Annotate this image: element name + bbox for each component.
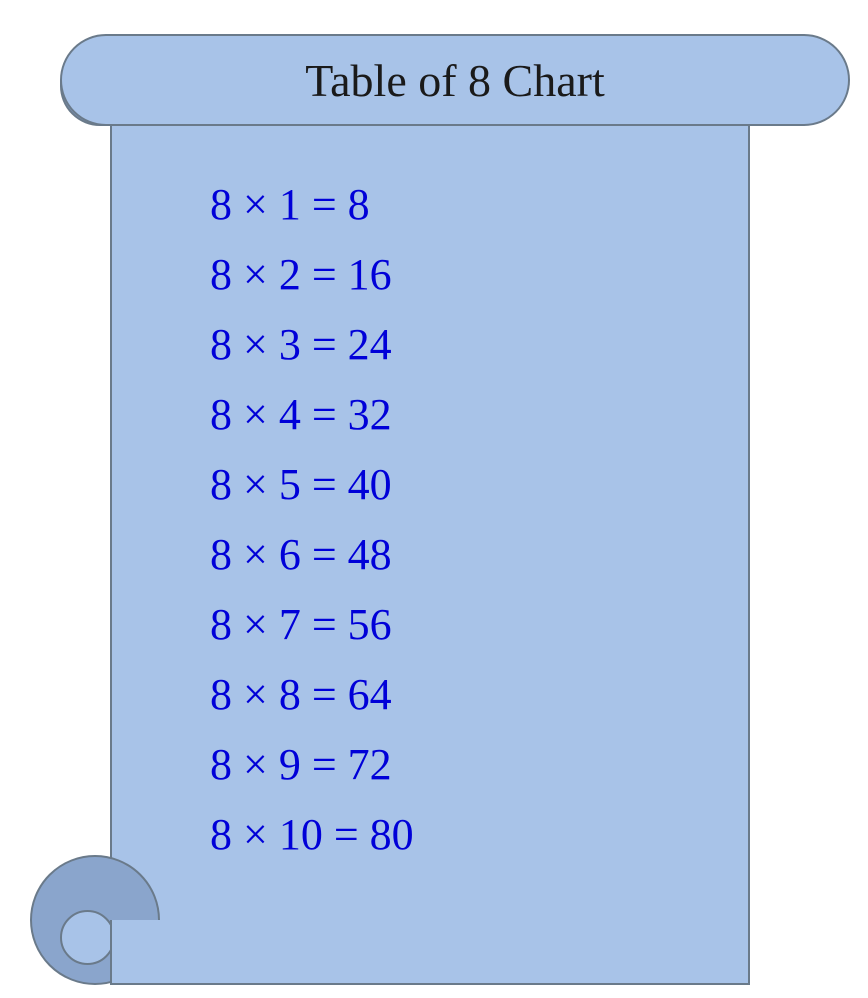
table-row: 8 × 4 = 32 xyxy=(210,380,414,450)
multiplication-table: 8 × 1 = 8 8 × 2 = 16 8 × 3 = 24 8 × 4 = … xyxy=(210,170,414,870)
table-row: 8 × 3 = 24 xyxy=(210,310,414,380)
table-row: 8 × 10 = 80 xyxy=(210,800,414,870)
table-row: 8 × 5 = 40 xyxy=(210,450,414,520)
chart-title: Table of 8 Chart xyxy=(305,54,605,107)
bottom-curl-inner xyxy=(60,910,115,965)
table-row: 8 × 9 = 72 xyxy=(210,730,414,800)
bottom-curl xyxy=(30,890,840,985)
title-banner: Table of 8 Chart xyxy=(60,34,850,126)
bottom-scroll-edge xyxy=(110,920,750,985)
table-row: 8 × 8 = 64 xyxy=(210,660,414,730)
table-row: 8 × 1 = 8 xyxy=(210,170,414,240)
table-row: 8 × 7 = 56 xyxy=(210,590,414,660)
scroll-body xyxy=(110,55,750,945)
scroll-graphic: Table of 8 Chart 8 × 1 = 8 8 × 2 = 16 8 … xyxy=(30,10,840,985)
table-row: 8 × 2 = 16 xyxy=(210,240,414,310)
table-row: 8 × 6 = 48 xyxy=(210,520,414,590)
